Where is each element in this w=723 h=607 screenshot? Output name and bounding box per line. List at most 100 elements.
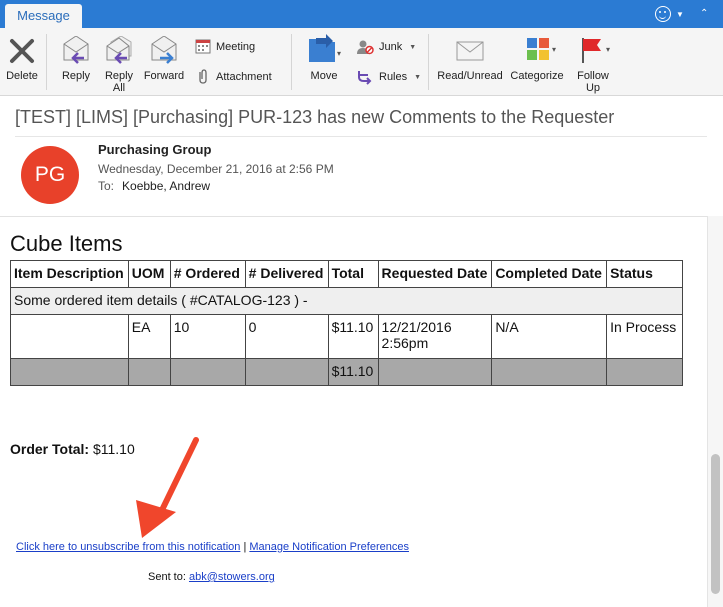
cell-delivered: 0: [244, 314, 329, 359]
ribbon-divider: [46, 34, 47, 90]
reply-button[interactable]: Reply: [56, 36, 96, 82]
link-separator: |: [243, 541, 247, 553]
chevron-down-icon: ▼: [414, 73, 422, 81]
sent-date: Wednesday, December 21, 2016 at 2:56 PM: [98, 162, 334, 176]
scrollbar[interactable]: [707, 216, 723, 607]
forward-button[interactable]: Forward: [142, 36, 186, 82]
reply-all-label-1: Reply: [104, 70, 134, 82]
total-cell: [244, 358, 329, 386]
delete-button[interactable]: Delete: [4, 36, 40, 82]
order-total-value: $11.10: [92, 441, 135, 457]
col-ordered: # Ordered: [169, 260, 246, 288]
col-completed-date: Completed Date: [491, 260, 608, 288]
avatar[interactable]: PG: [21, 146, 79, 204]
move-button[interactable]: ▾ Move: [302, 34, 346, 82]
col-uom: UOM: [127, 260, 171, 288]
unsubscribe-link[interactable]: Click here to unsubscribe from this noti…: [16, 541, 240, 553]
reply-label: Reply: [61, 70, 91, 82]
svg-text:▾: ▾: [337, 49, 341, 58]
item-detail: Some ordered item details ( #CATALOG-123…: [10, 287, 683, 315]
recipient-line: To: Koebbe, Andrew: [98, 179, 210, 193]
forward-icon: [151, 36, 177, 64]
col-total: Total: [327, 260, 379, 288]
items-table: Item Description UOM # Ordered # Deliver…: [10, 260, 683, 386]
follow-up-label-2: Up: [585, 82, 601, 94]
cell-item-description: [10, 314, 129, 359]
ribbon: Delete Reply Reply All Forward Meeting A…: [0, 28, 723, 96]
total-cell: [10, 358, 129, 386]
junk-button[interactable]: Junk ▼: [356, 39, 416, 55]
table-row: Some ordered item details ( #CATALOG-123…: [10, 287, 683, 315]
scrollbar-thumb[interactable]: [711, 454, 720, 594]
header-divider: [0, 216, 707, 217]
rules-icon: [358, 71, 372, 85]
section-title: Cube Items: [10, 231, 123, 256]
rules-label: Rules: [379, 71, 408, 83]
rules-button[interactable]: Rules ▼: [356, 69, 421, 85]
col-delivered: # Delivered: [244, 260, 329, 288]
junk-label: Junk: [379, 41, 403, 53]
categorize-button[interactable]: ▾ Categorize: [508, 36, 566, 82]
cell-total: $11.10: [327, 314, 379, 359]
tab-bar: Message ▼ ⌃: [0, 0, 723, 28]
meeting-button[interactable]: Meeting: [195, 39, 255, 54]
attachment-button[interactable]: Attachment: [195, 69, 272, 84]
meeting-label: Meeting: [216, 40, 256, 53]
forward-label: Forward: [143, 70, 185, 82]
reply-all-button[interactable]: Reply All: [99, 36, 139, 94]
categorize-icon: ▾: [527, 38, 556, 60]
cell-ordered: 10: [169, 314, 246, 359]
move-label: Move: [310, 70, 338, 82]
reply-all-label-2: All: [112, 82, 126, 94]
svg-text:▾: ▾: [552, 45, 556, 54]
ribbon-divider: [428, 34, 429, 90]
tab-message[interactable]: Message: [5, 4, 82, 28]
total-cell: [127, 358, 171, 386]
subject-divider: [15, 136, 707, 137]
delete-icon: [10, 39, 34, 63]
follow-up-label-1: Follow: [577, 70, 609, 82]
sent-to: Sent to: abk@stowers.org: [148, 571, 275, 583]
table-total-row: $11.10: [10, 358, 683, 386]
cell-requested-date: 12/21/2016 2:56pm: [377, 314, 493, 359]
col-requested-date: Requested Date: [377, 260, 493, 288]
order-total-label: Order Total:: [10, 441, 90, 457]
attachment-label: Attachment: [216, 70, 272, 83]
ribbon-divider: [291, 34, 292, 90]
total-cell: [169, 358, 246, 386]
cell-uom: EA: [127, 314, 171, 359]
col-item-description: Item Description: [10, 260, 129, 288]
table-row: EA 10 0 $11.10 12/21/2016 2:56pm N/A In …: [10, 314, 683, 359]
recipient-name[interactable]: Koebbe, Andrew: [122, 179, 210, 193]
paperclip-icon: [199, 69, 207, 84]
total-cell-amount: $11.10: [327, 358, 379, 386]
to-label: To:: [98, 179, 115, 193]
sender-name[interactable]: Purchasing Group: [98, 142, 211, 157]
cell-completed-date: N/A: [491, 314, 608, 359]
flag-icon: ▾: [582, 38, 610, 63]
delete-label: Delete: [6, 70, 38, 82]
chevron-down-icon[interactable]: ▼: [676, 10, 684, 19]
read-unread-button[interactable]: Read/Unread: [436, 36, 504, 82]
total-cell: [491, 358, 608, 386]
junk-icon: [357, 40, 374, 55]
email-subject: [TEST] [LIMS] [Purchasing] PUR-123 has n…: [15, 107, 615, 127]
folder-move-icon: ▾: [309, 34, 341, 62]
collapse-ribbon-icon[interactable]: ⌃: [700, 8, 708, 19]
sent-to-label: Sent to:: [148, 571, 186, 583]
manage-preferences-link[interactable]: Manage Notification Preferences: [249, 541, 409, 553]
reply-icon: [63, 36, 89, 64]
order-total: Order Total: $11.10: [10, 441, 135, 457]
sent-to-email-link[interactable]: abk@stowers.org: [189, 571, 275, 583]
calendar-icon: [195, 39, 211, 54]
reply-all-icon: [106, 36, 132, 64]
smiley-icon[interactable]: [655, 6, 671, 22]
envelope-icon: [456, 41, 484, 61]
svg-text:▾: ▾: [606, 45, 610, 54]
chevron-down-icon: ▼: [409, 43, 417, 51]
notification-links: Click here to unsubscribe from this noti…: [16, 541, 409, 553]
read-unread-label: Read/Unread: [437, 70, 503, 82]
follow-up-button[interactable]: ▾ Follow Up: [570, 36, 616, 94]
cell-status: In Process: [606, 314, 683, 359]
total-cell: [377, 358, 493, 386]
